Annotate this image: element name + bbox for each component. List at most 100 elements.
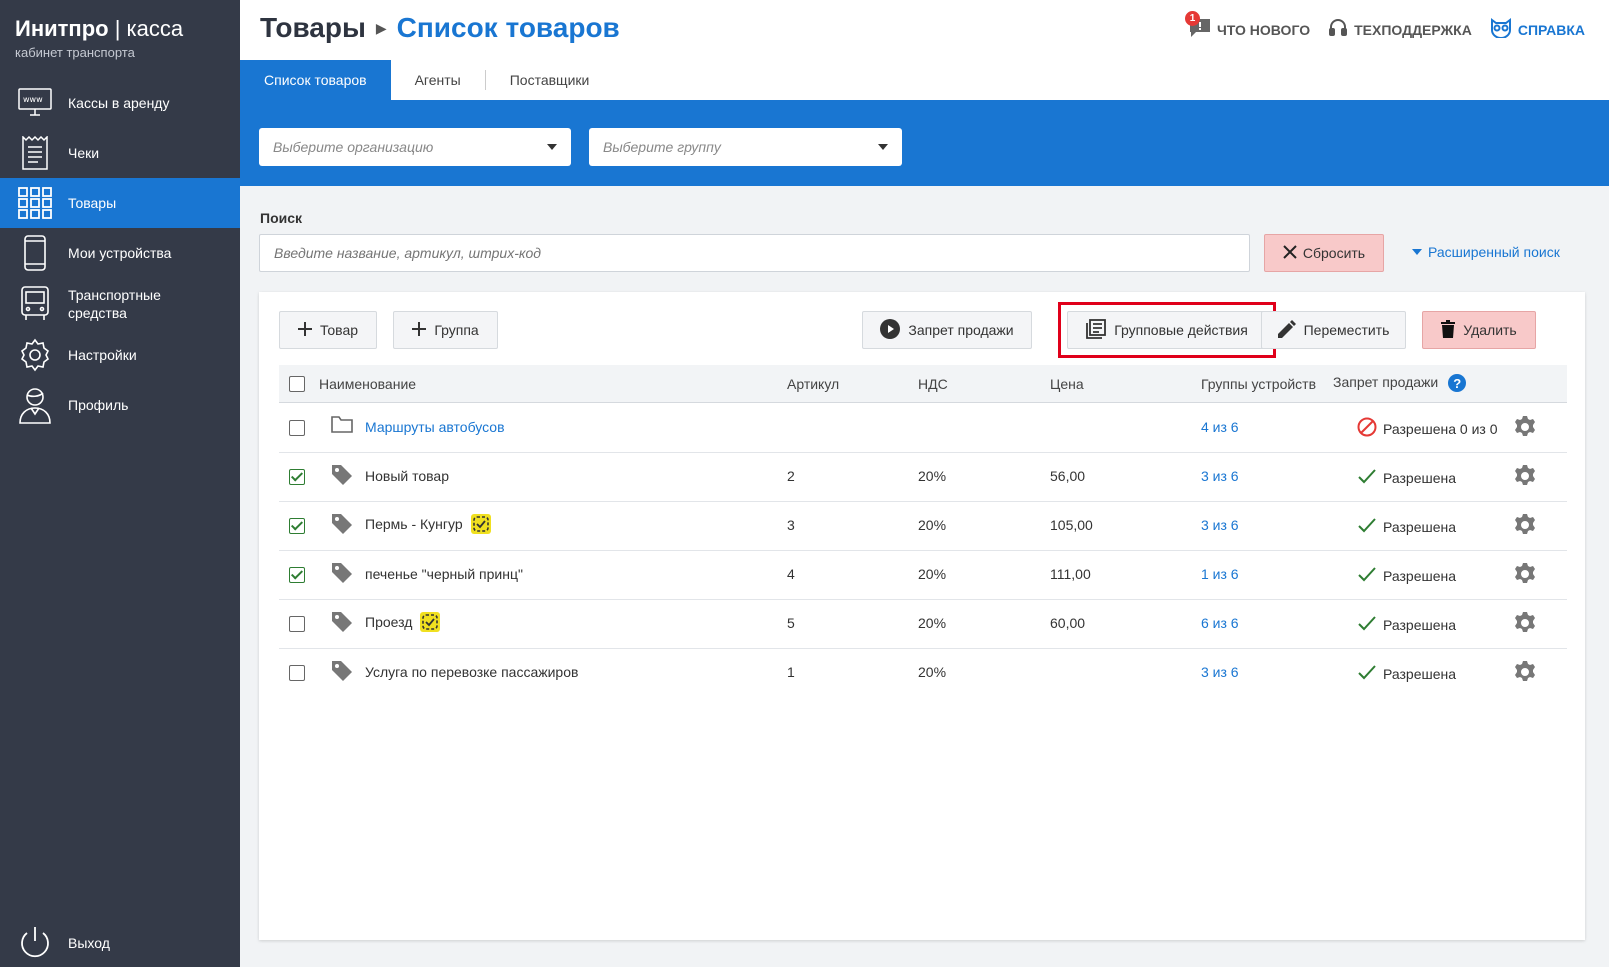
row-device-groups[interactable]: 4 из 6: [1201, 419, 1239, 435]
row-device-groups[interactable]: 1 из 6: [1201, 566, 1239, 582]
column-sale-ban[interactable]: Запрет продажи?: [1333, 374, 1467, 393]
row-settings-gear-icon[interactable]: [1514, 465, 1536, 490]
check-icon: [1357, 564, 1377, 587]
sidebar-item-products[interactable]: Товары: [0, 178, 240, 228]
table-row[interactable]: печенье "черный принц" 4 20% 111,00 1 из…: [279, 550, 1567, 600]
row-name[interactable]: Маршруты автобусов: [365, 419, 505, 435]
row-article: 5: [787, 615, 795, 631]
check-icon: [1357, 466, 1377, 489]
row-status-label: Разрешена 0 из 0: [1383, 420, 1498, 437]
row-settings-gear-icon[interactable]: [1514, 661, 1536, 686]
row-device-groups[interactable]: 3 из 6: [1201, 468, 1239, 484]
logout-button[interactable]: Выход: [16, 924, 110, 962]
column-device-groups[interactable]: Группы устройств: [1201, 376, 1316, 392]
plus-icon: [412, 321, 427, 339]
check-icon: [1357, 515, 1377, 538]
table-row[interactable]: Услуга по перевозке пассажиров 1 20% 3 и…: [279, 648, 1567, 698]
list-icon: [1086, 318, 1107, 342]
delete-label: Удалить: [1463, 322, 1517, 338]
plus-icon: [297, 321, 312, 339]
delete-button[interactable]: Удалить: [1422, 311, 1536, 349]
sidebar-item-label: Чеки: [68, 145, 100, 161]
caret-down-icon: [547, 144, 557, 150]
help-circle-icon[interactable]: ?: [1448, 374, 1467, 393]
move-button[interactable]: Переместить: [1261, 311, 1406, 349]
grid-icon: [16, 184, 54, 222]
row-status-label: Разрешена: [1383, 567, 1457, 584]
row-price: 56,00: [1050, 468, 1086, 484]
owl-icon: [1490, 18, 1512, 41]
advanced-search-link[interactable]: Расширенный поиск: [1412, 244, 1560, 260]
group-select[interactable]: Выберите группу: [589, 128, 902, 166]
column-article[interactable]: Артикул: [787, 376, 839, 392]
organization-select[interactable]: Выберите организацию: [259, 128, 571, 166]
tab-agents[interactable]: Агенты: [391, 60, 485, 100]
table-row[interactable]: Новый товар 2 20% 56,00 3 из 6 Разрешена: [279, 452, 1567, 502]
table-row[interactable]: Пермь - Кунгур 3 20% 105,00 3 из 6 Разре…: [279, 501, 1567, 551]
svg-text:www: www: [23, 95, 43, 104]
sidebar-item-settings[interactable]: Настройки: [0, 330, 240, 380]
add-group-button[interactable]: Группа: [393, 311, 498, 349]
column-vat[interactable]: НДС: [918, 376, 948, 392]
add-product-button[interactable]: Товар: [279, 311, 377, 349]
row-vat: 20%: [918, 566, 947, 582]
group-actions-button[interactable]: Групповые действия: [1067, 311, 1267, 349]
row-status: Разрешена 0 из 0: [1357, 417, 1498, 440]
row-device-groups[interactable]: 6 из 6: [1201, 615, 1239, 631]
tab-product-list[interactable]: Список товаров: [240, 60, 391, 100]
triangle-down-icon: [1412, 249, 1422, 255]
row-status-label: Разрешена: [1383, 665, 1457, 682]
trash-icon: [1441, 319, 1456, 341]
row-checkbox[interactable]: [289, 469, 305, 485]
whats-new-link[interactable]: 1 ЧТО НОВОГО: [1184, 11, 1311, 41]
filter-bar: Выберите организацию Выберите группу: [240, 100, 1609, 186]
row-device-groups[interactable]: 3 из 6: [1201, 517, 1239, 533]
breadcrumb-parent[interactable]: Товары: [260, 12, 366, 44]
row-settings-gear-icon[interactable]: [1514, 514, 1536, 539]
sidebar-nav: www Кассы в аренду Чеки Товары Мои устро…: [0, 78, 240, 430]
select-all-checkbox[interactable]: [289, 376, 305, 392]
sidebar-item-my-devices[interactable]: Мои устройства: [0, 228, 240, 278]
sidebar-item-label: Транспортные средства: [68, 287, 161, 321]
row-checkbox[interactable]: [289, 567, 305, 583]
sidebar-item-receipts[interactable]: Чеки: [0, 128, 240, 178]
table-row[interactable]: Проезд 5 20% 60,00 6 из 6 Разрешена: [279, 599, 1567, 649]
bus-icon: [16, 285, 54, 323]
tab-suppliers[interactable]: Поставщики: [486, 60, 614, 100]
support-link[interactable]: ТЕХПОДДЕРЖКА: [1328, 18, 1472, 41]
sidebar-item-label: Кассы в аренду: [68, 95, 170, 111]
row-checkbox[interactable]: [289, 420, 305, 436]
close-icon: [1283, 244, 1297, 262]
whats-new-label: ЧТО НОВОГО: [1216, 21, 1311, 38]
sidebar-item-vehicles[interactable]: Транспортные средства: [0, 278, 240, 330]
reset-label: Сбросить: [1302, 245, 1366, 261]
help-link[interactable]: СПРАВКА: [1490, 18, 1585, 41]
row-settings-gear-icon[interactable]: [1514, 563, 1536, 588]
add-product-label: Товар: [319, 322, 359, 338]
row-device-groups[interactable]: 3 из 6: [1201, 664, 1239, 680]
reset-button[interactable]: Сбросить: [1264, 234, 1384, 272]
row-settings-gear-icon[interactable]: [1514, 612, 1536, 637]
play-circle-icon: [880, 318, 901, 342]
sidebar-item-profile[interactable]: Профиль: [0, 380, 240, 430]
row-settings-gear-icon[interactable]: [1514, 416, 1536, 441]
column-sale-ban-label: Запрет продажи: [1333, 374, 1439, 390]
caret-down-icon: [878, 144, 888, 150]
column-price[interactable]: Цена: [1050, 376, 1084, 392]
row-article: 3: [787, 517, 795, 533]
row-checkbox[interactable]: [289, 518, 305, 534]
row-checkbox[interactable]: [289, 616, 305, 632]
header: Товары ▶ Список товаров 1 ЧТО НОВОГО ТЕХ…: [240, 0, 1609, 60]
sidebar-item-rental-registers[interactable]: www Кассы в аренду: [0, 78, 240, 128]
row-status: Разрешена: [1357, 613, 1456, 636]
brand[interactable]: Инитпро | касса кабинет транспорта: [15, 16, 183, 60]
ban-sale-button[interactable]: Запрет продажи: [862, 311, 1032, 349]
notification-badge: 1: [1184, 11, 1200, 26]
row-name: Проезд: [365, 614, 413, 631]
search-label: Поиск: [260, 210, 303, 226]
search-input[interactable]: [259, 234, 1250, 272]
table-row[interactable]: Маршруты автобусов 4 из 6 Разрешена 0 из…: [279, 403, 1567, 453]
column-name[interactable]: Наименование: [319, 376, 416, 392]
row-article: 1: [787, 664, 795, 680]
row-checkbox[interactable]: [289, 665, 305, 681]
